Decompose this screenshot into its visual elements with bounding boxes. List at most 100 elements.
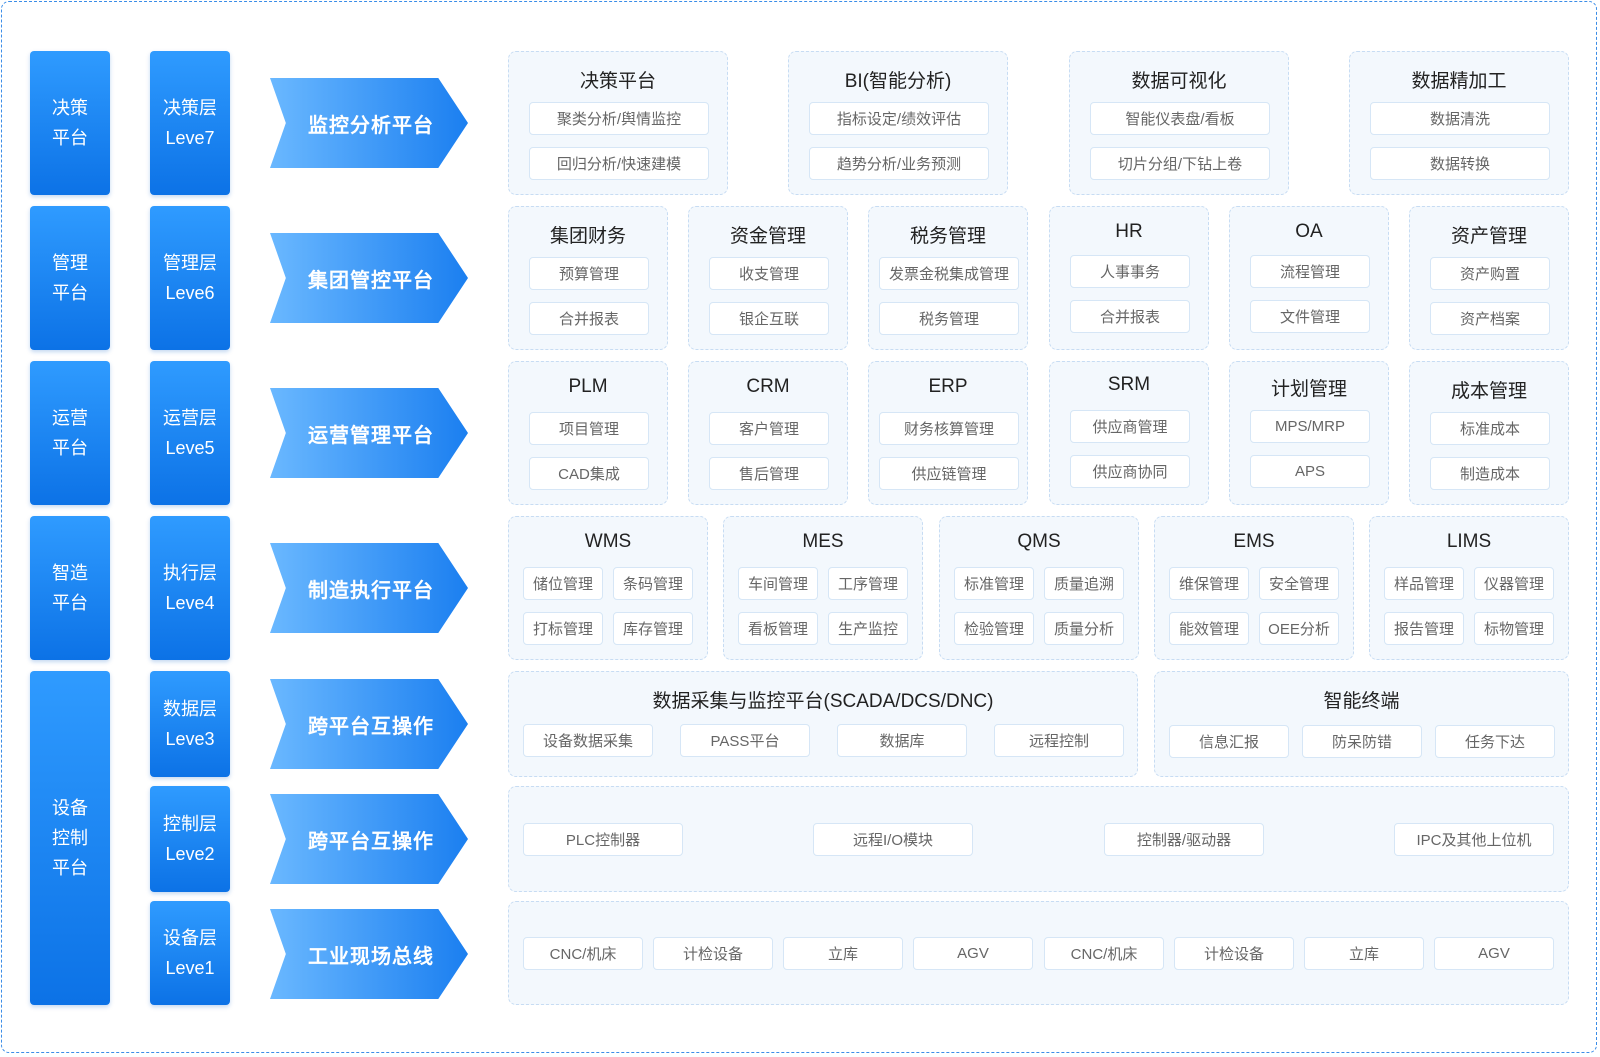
function-chip: IPC及其他上位机: [1394, 823, 1554, 856]
function-chip: 流程管理: [1250, 255, 1370, 288]
arrow-label: 运营管理平台: [308, 424, 434, 447]
module-title: WMS: [584, 531, 632, 552]
platform-manufacturing: 智造 平台: [30, 516, 110, 660]
function-chip: 能效管理: [1169, 612, 1249, 645]
function-chip: APS: [1250, 455, 1370, 488]
function-chip: 生产监控: [828, 612, 908, 645]
function-chip: 预算管理: [529, 257, 649, 290]
function-chip: 发票金税集成管理: [879, 257, 1019, 290]
module-crm: CRM 客户管理 售后管理: [688, 361, 848, 505]
function-chip: 看板管理: [738, 612, 818, 645]
level-5: 运营层 Leve5: [150, 361, 230, 505]
level-label: 运营层 Leve5: [163, 408, 217, 458]
level-label: 管理层 Leve6: [163, 253, 217, 303]
module-title: 决策平台: [579, 71, 656, 92]
module-wms: WMS 储位管理 条码管理 打标管理 库存管理: [508, 516, 708, 660]
function-chip: 立库: [783, 937, 903, 970]
level-label: 控制层 Leve2: [163, 814, 217, 864]
arrow-label: 工业现场总线: [308, 945, 434, 968]
level-label: 设备层 Leve1: [163, 928, 217, 978]
module-lims: LIMS 样品管理 仪器管理 报告管理 标物管理: [1369, 516, 1569, 660]
module-bi: BI(智能分析) 指标设定/绩效评估 趋势分析/业务预测: [788, 51, 1008, 195]
platform-label: 管理 平台: [52, 253, 88, 303]
module-decision-platform: 决策平台 聚类分析/舆情监控 回归分析/快速建模: [508, 51, 728, 195]
arrow-label: 制造执行平台: [308, 579, 434, 602]
function-chip: PASS平台: [680, 724, 810, 757]
arrow-group-control-platform: 集团管控平台: [270, 233, 468, 323]
function-chip: CAD集成: [529, 457, 649, 490]
platform-label: 决策 平台: [52, 98, 88, 148]
function-chip: 远程I/O模块: [813, 823, 973, 856]
module-field-equipment: CNC/机床 计检设备 立库 AGV CNC/机床 计检设备 立库 AGV: [508, 901, 1569, 1005]
function-chip: 供应链管理: [879, 457, 1019, 490]
function-chip: 打标管理: [523, 612, 603, 645]
function-chip: 标准管理: [954, 567, 1034, 600]
function-chip: 质量分析: [1044, 612, 1124, 645]
function-chip: 标准成本: [1430, 412, 1550, 445]
module-srm: SRM 供应商管理 供应商协同: [1049, 361, 1209, 505]
function-chip: 标物管理: [1474, 612, 1554, 645]
module-planning: 计划管理 MPS/MRP APS: [1229, 361, 1389, 505]
function-chip: 数据库: [837, 724, 967, 757]
arrow-label: 跨平台互操作: [308, 715, 434, 738]
module-title: MES: [802, 531, 844, 552]
function-chip: CNC/机床: [523, 937, 643, 970]
level-label: 决策层 Leve7: [163, 98, 217, 148]
function-chip: 样品管理: [1384, 567, 1464, 600]
module-title: 税务管理: [909, 226, 986, 247]
level-label: 数据层 Leve3: [163, 699, 217, 749]
function-chip: 任务下达: [1435, 725, 1555, 758]
arrow-label: 监控分析平台: [308, 114, 434, 137]
function-chip: 数据转换: [1370, 147, 1550, 180]
arrow-label: 集团管控平台: [308, 269, 434, 292]
module-title: 成本管理: [1450, 381, 1527, 402]
arrow-monitor-analysis-platform: 监控分析平台: [270, 78, 468, 168]
function-chip: 合并报表: [529, 302, 649, 335]
platform-label: 运营 平台: [52, 408, 88, 458]
function-chip: 质量追溯: [1044, 567, 1124, 600]
module-title: 资金管理: [729, 226, 806, 247]
function-chip: 车间管理: [738, 567, 818, 600]
function-chip: 人事事务: [1070, 255, 1190, 288]
module-data-visualization: 数据可视化 智能仪表盘/看板 切片分组/下钻上卷: [1069, 51, 1289, 195]
arrow-operation-management-platform: 运营管理平台: [270, 388, 468, 478]
arrow-cross-platform-interop: 跨平台互操作: [270, 794, 468, 884]
platform-label: 智造 平台: [52, 563, 88, 613]
module-group-finance: 集团财务 预算管理 合并报表: [508, 206, 668, 350]
level-7: 决策层 Leve7: [150, 51, 230, 195]
function-chip: 智能仪表盘/看板: [1090, 102, 1270, 135]
function-chip: 远程控制: [994, 724, 1124, 757]
function-chip: 储位管理: [523, 567, 603, 600]
module-title: PLM: [568, 376, 608, 397]
function-chip: 供应商协同: [1070, 455, 1190, 488]
module-title: 数据精加工: [1411, 71, 1507, 92]
module-title: QMS: [1017, 531, 1061, 552]
function-chip: 合并报表: [1070, 300, 1190, 333]
function-chip: 项目管理: [529, 412, 649, 445]
module-hr: HR 人事事务 合并报表: [1049, 206, 1209, 350]
module-title: BI(智能分析): [844, 71, 952, 92]
module-mes: MES 车间管理 工序管理 看板管理 生产监控: [723, 516, 923, 660]
function-chip: 财务核算管理: [879, 412, 1019, 445]
function-chip: 维保管理: [1169, 567, 1249, 600]
function-chip: 库存管理: [613, 612, 693, 645]
platform-decision: 决策 平台: [30, 51, 110, 195]
module-title: ERP: [928, 376, 968, 397]
function-chip: 防呆防错: [1302, 725, 1422, 758]
function-chip: 资产购置: [1430, 257, 1550, 290]
function-chip: 回归分析/快速建模: [529, 147, 709, 180]
module-control-devices: PLC控制器 远程I/O模块 控制器/驱动器 IPC及其他上位机: [508, 786, 1569, 892]
function-chip: 设备数据采集: [523, 724, 653, 757]
function-chip: AGV: [913, 937, 1033, 970]
module-title: 智能终端: [1323, 691, 1400, 712]
arrow-label: 跨平台互操作: [308, 830, 434, 853]
platform-operation: 运营 平台: [30, 361, 110, 505]
module-asset-management: 资产管理 资产购置 资产档案: [1409, 206, 1569, 350]
level-2: 控制层 Leve2: [150, 786, 230, 892]
module-oa: OA 流程管理 文件管理: [1229, 206, 1389, 350]
function-chip: PLC控制器: [523, 823, 683, 856]
arrow-manufacturing-execution-platform: 制造执行平台: [270, 543, 468, 633]
module-title: 资产管理: [1450, 226, 1527, 247]
function-chip: 工序管理: [828, 567, 908, 600]
platform-label: 设备 控制 平台: [52, 798, 88, 878]
